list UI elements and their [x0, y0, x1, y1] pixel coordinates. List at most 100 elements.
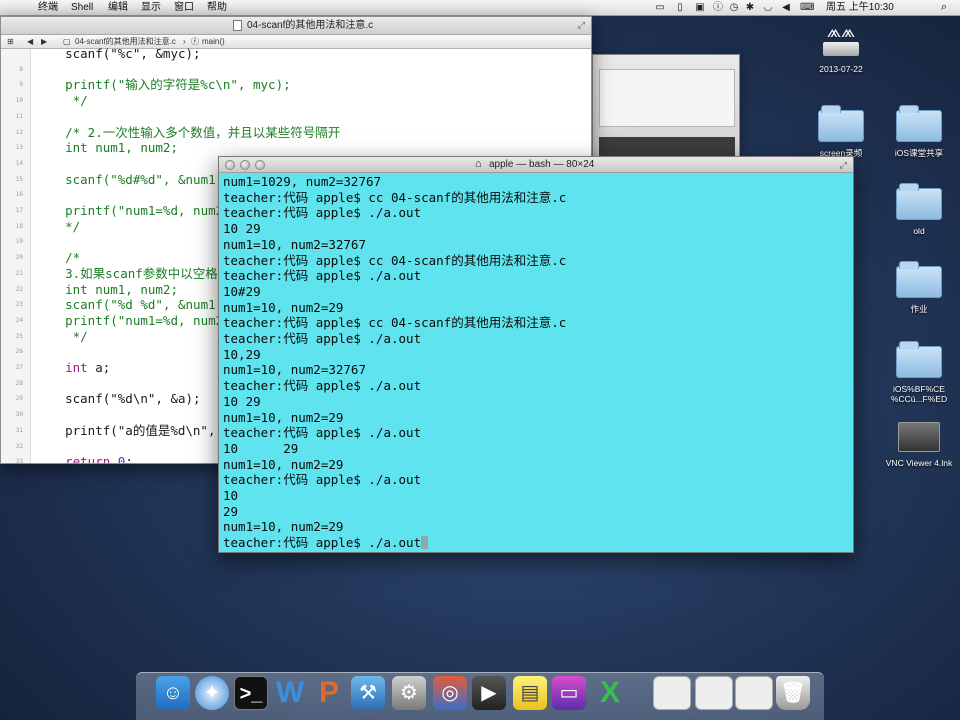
line-number: 12: [15, 128, 23, 136]
desktop-drive[interactable]: ⩕⩕ 2013-07-22: [806, 20, 876, 74]
zoom-button[interactable]: [255, 160, 265, 170]
code-line[interactable]: 9 printf("输入的字符是%c\n", myc);: [1, 77, 591, 92]
minimized-window-powerpoint[interactable]: [695, 676, 733, 710]
line-number: 11: [15, 112, 23, 120]
input-source-icon[interactable]: ⌨: [800, 2, 814, 13]
terminal-output[interactable]: num1=1029, num2=32767 teacher:代码 apple$ c…: [219, 173, 853, 552]
menu-terminal[interactable]: 终端: [38, 2, 58, 14]
background-window[interactable]: [592, 54, 740, 158]
battery-icon[interactable]: ▯: [674, 2, 686, 13]
spotlight-search-icon[interactable]: ⌕: [936, 1, 952, 14]
menu-edit[interactable]: 编辑: [108, 2, 128, 14]
minimize-button[interactable]: [240, 160, 250, 170]
terminal-line: 10: [223, 488, 238, 504]
desktop-folder-ios-share[interactable]: iOS课堂共享: [884, 105, 954, 158]
desktop-folder-ios-encoded[interactable]: iOS%BF%CE %CCú...F%ED: [884, 341, 954, 404]
xcode-icon[interactable]: ⚒: [351, 676, 385, 710]
terminal-icon[interactable]: >_: [234, 676, 268, 710]
video-app-icon[interactable]: ▶: [472, 676, 506, 710]
stickies-icon[interactable]: ▤: [513, 676, 547, 710]
terminal-window[interactable]: ⌂ apple — bash — 80×24 ⤢ num1=1029, num2…: [218, 156, 854, 553]
powerpoint-icon[interactable]: P: [312, 676, 346, 710]
menu-bar: 终端 Shell 编辑 显示 窗口 帮助 ▭ ▯ ▣ ⓘ ◷ ✱ ◡ ◀ ⌨ 周…: [0, 0, 960, 16]
code-line[interactable]: 8: [1, 62, 591, 77]
code-text: int num1, num2;: [35, 281, 178, 297]
folder-icon: [896, 341, 942, 378]
code-text: printf("a的值是%d\n",: [35, 422, 216, 438]
desktop-drive-label: 2013-07-22: [819, 64, 863, 74]
editor-title-bar[interactable]: 04-scanf的其他用法和注意.c ⤢: [1, 17, 591, 35]
fullscreen-icon[interactable]: ⤢: [578, 20, 585, 31]
line-number: 16: [15, 191, 23, 199]
screen-mirror-icon[interactable]: ▭: [654, 2, 666, 13]
terminal-line: 29: [223, 504, 238, 520]
desktop-folder-homework[interactable]: 作业: [884, 261, 954, 314]
close-button[interactable]: [225, 160, 235, 170]
code-text: */: [35, 218, 81, 234]
line-number: 28: [15, 379, 23, 387]
line-number: 29: [15, 395, 23, 403]
volume-icon[interactable]: ◀: [780, 2, 792, 13]
remote-app-icon[interactable]: ◎: [433, 676, 467, 710]
finder-icon[interactable]: ☺: [156, 676, 190, 710]
photo-booth-icon[interactable]: ▭: [552, 676, 586, 710]
terminal-line: 10,29: [223, 347, 261, 363]
line-number: 14: [15, 159, 23, 167]
line-number: 23: [15, 301, 23, 309]
terminal-line-text: 10,29: [223, 346, 261, 362]
display-icon[interactable]: ▣: [694, 2, 706, 13]
code-line[interactable]: 12 /* 2.一次性输入多个数值，并且以某些符号隔开: [1, 125, 591, 140]
line-number: 20: [15, 254, 23, 262]
menu-shell[interactable]: Shell: [71, 2, 93, 14]
desktop-vnc-viewer[interactable]: VNC Viewer 4.lnk: [884, 422, 954, 468]
menu-window[interactable]: 窗口: [174, 2, 194, 14]
line-number: 13: [15, 144, 23, 152]
time-machine-icon[interactable]: ◷: [728, 2, 740, 13]
terminal-line-text: teacher:代码 apple$ ./a.out: [223, 425, 422, 441]
trash-icon[interactable]: 🗑: [776, 676, 810, 710]
safari-icon[interactable]: ✦: [195, 676, 229, 710]
code-text: scanf("%d %d", &num1,: [35, 297, 224, 313]
terminal-title-bar[interactable]: ⌂ apple — bash — 80×24 ⤢: [219, 157, 853, 173]
terminal-line: teacher:代码 apple$ ./a.out: [223, 535, 429, 551]
terminal-line: teacher:代码 apple$ ./a.out: [223, 205, 421, 221]
bluetooth-icon[interactable]: ✱: [744, 2, 756, 13]
minimized-window-word[interactable]: [735, 676, 773, 710]
desktop-folder-label: 作业: [910, 304, 928, 314]
terminal-line: 10 29: [223, 441, 298, 457]
wifi-icon[interactable]: ◡: [762, 2, 774, 13]
terminal-line-text: teacher:代码 apple$ ./a.out: [223, 472, 422, 488]
code-text: int num1, num2;: [35, 140, 178, 156]
menu-help[interactable]: 帮助: [207, 2, 227, 14]
terminal-title: apple — bash — 80×24: [489, 159, 595, 170]
system-preferences-icon[interactable]: ⚙: [392, 676, 426, 710]
terminal-line-text: num1=10, num2=29: [223, 519, 344, 535]
terminal-line-text: 10 29: [223, 393, 261, 409]
background-window-thumbnail: [599, 137, 735, 157]
terminal-line-text: 10 29: [223, 221, 261, 237]
line-number: 19: [15, 238, 23, 246]
terminal-line: teacher:代码 apple$ ./a.out: [223, 378, 421, 394]
desktop-folder-old[interactable]: old: [884, 183, 954, 236]
minimized-window-excel[interactable]: [653, 676, 691, 710]
code-text: printf("输入的字符是%c\n", myc);: [35, 77, 291, 93]
desktop-folder-screen[interactable]: screen录频: [806, 105, 876, 158]
terminal-line: teacher:代码 apple$ ./a.out: [223, 331, 421, 347]
line-number: 27: [15, 364, 23, 371]
fullscreen-icon[interactable]: ⤢: [840, 160, 847, 171]
excel-icon[interactable]: X: [593, 676, 627, 710]
code-line[interactable]: 10 */: [1, 93, 591, 108]
terminal-line-text: 10#29: [223, 283, 261, 299]
terminal-line-text: 29: [223, 503, 239, 519]
terminal-line-text: teacher:代码 apple$ ./a.out: [223, 378, 422, 394]
code-text: /* 2.一次性输入多个数值，并且以某些符号隔开: [35, 124, 341, 140]
menubar-clock[interactable]: 周五 上午10:30: [826, 2, 894, 14]
info-icon[interactable]: ⓘ: [712, 2, 724, 13]
desktop-folder-label: iOS课堂共享: [894, 148, 944, 158]
code-line[interactable]: 13 int num1, num2;: [1, 140, 591, 155]
folder-icon: [818, 105, 864, 142]
word-icon[interactable]: W: [273, 676, 307, 710]
code-line[interactable]: scanf("%c", &myc);: [1, 46, 591, 61]
menu-view[interactable]: 显示: [141, 2, 161, 14]
code-line[interactable]: 11: [1, 109, 591, 124]
